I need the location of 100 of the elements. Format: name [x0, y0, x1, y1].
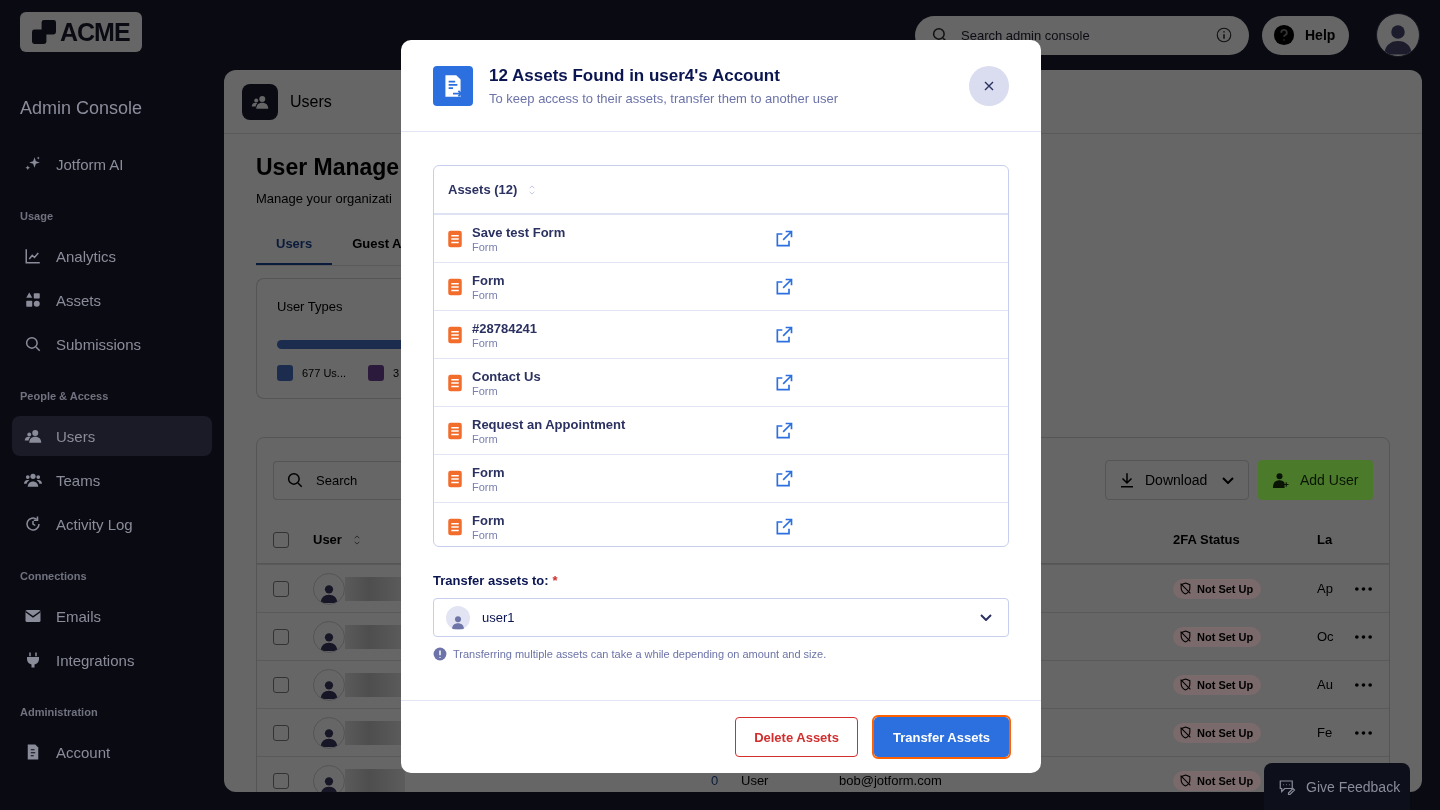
- group-icon: [24, 471, 42, 489]
- form-icon: [446, 469, 464, 488]
- form-icon: [446, 517, 464, 536]
- asset-name: Save test Form: [472, 224, 566, 240]
- external-link-icon: [774, 468, 794, 489]
- squares-logo-icon: [32, 20, 56, 44]
- shapes-icon: [24, 291, 42, 309]
- tab[interactable]: Users: [256, 228, 333, 265]
- column-header: La: [1317, 532, 1334, 547]
- sidebar-item[interactable]: Jotform AI: [12, 144, 212, 184]
- status-badge: Not Set Up: [1173, 722, 1262, 743]
- status-badge: Not Set Up: [1173, 770, 1262, 791]
- asset-type: Form: [472, 240, 498, 253]
- asset-type: Form: [472, 528, 498, 541]
- people-icon: [24, 427, 42, 445]
- form-icon: [446, 421, 464, 440]
- checkbox[interactable]: [273, 628, 289, 645]
- chart-icon: [24, 247, 42, 265]
- status-badge: Not Set Up: [1173, 674, 1262, 695]
- page-subtitle: Manage your organizati: [256, 191, 392, 206]
- legend-label: 677 Us...: [302, 367, 347, 379]
- checkbox[interactable]: [273, 724, 289, 741]
- asset-type: Form: [472, 384, 498, 397]
- section-heading: Connections: [20, 569, 88, 584]
- sidebar-item[interactable]: Assets: [12, 280, 212, 320]
- external-link-icon: [774, 276, 794, 297]
- more-icon: [1355, 586, 1372, 591]
- close-button[interactable]: [969, 65, 1009, 106]
- status-badge: Not Set Up: [1173, 626, 1262, 647]
- console-title: Admin Console: [20, 98, 144, 120]
- user-select[interactable]: user1: [433, 598, 1009, 637]
- chevron-down-icon: [1222, 476, 1235, 484]
- sidebar-item[interactable]: Submissions: [12, 324, 212, 364]
- card-title: User Types: [277, 299, 343, 314]
- help-button[interactable]: Help: [1262, 15, 1349, 55]
- asset-name: Form: [472, 272, 505, 288]
- checkbox[interactable]: [273, 580, 289, 597]
- help-text: Transferring multiple assets can take a while depending on amount and size.: [453, 648, 827, 660]
- asset-name: Request an Appointment: [472, 416, 626, 432]
- shield-off-icon: [1179, 726, 1192, 739]
- asset-type: Form: [472, 480, 498, 493]
- form-icon: [446, 277, 464, 296]
- transfer-button[interactable]: Transfer Assets: [873, 717, 1009, 757]
- info-icon: [1215, 26, 1233, 44]
- external-link-icon: [774, 228, 794, 249]
- section-heading: Usage: [20, 209, 55, 224]
- asset-name: Contact Us: [472, 368, 541, 384]
- column-header: User: [313, 532, 342, 547]
- feedback-button[interactable]: Give Feedback: [1264, 763, 1410, 810]
- status-badge: Not Set Up: [1173, 578, 1262, 599]
- chat-edit-icon: [1278, 777, 1296, 796]
- table-cell-text: Oc: [1317, 629, 1335, 644]
- add-person-icon: [1272, 471, 1290, 489]
- shield-off-icon: [1179, 630, 1192, 643]
- avatar[interactable]: [1376, 13, 1420, 57]
- plug-icon: [24, 651, 42, 669]
- form-icon: [446, 229, 464, 248]
- asset-type: Form: [472, 336, 498, 349]
- more-icon: [1355, 634, 1372, 639]
- field-label: Transfer assets to:: [433, 573, 549, 588]
- section-heading: Administration: [20, 705, 99, 720]
- sidebar-item[interactable]: Activity Log: [12, 504, 212, 544]
- envelope-icon: [24, 607, 42, 625]
- table-cell-text: 0: [711, 773, 720, 788]
- column-header: 2FA Status: [1173, 532, 1241, 547]
- sidebar-item[interactable]: Account: [12, 732, 212, 772]
- search-icon: [286, 471, 304, 489]
- page-title: User Manage: [256, 154, 400, 181]
- external-link-icon: [774, 372, 794, 393]
- legend-label: 3: [393, 367, 400, 379]
- more-icon: [1355, 730, 1372, 735]
- asset-type: Form: [472, 432, 498, 445]
- external-link-icon: [774, 324, 794, 345]
- sidebar-item[interactable]: Teams: [12, 460, 212, 500]
- shield-off-icon: [1179, 678, 1192, 691]
- asset-name: #28784241: [472, 320, 538, 336]
- asset-name: Form: [472, 512, 505, 528]
- chevron-down-icon: [980, 614, 992, 621]
- add-user-button[interactable]: Add User: [1258, 460, 1373, 500]
- form-icon: [446, 373, 464, 392]
- external-link-icon: [774, 516, 794, 537]
- logo-text: ACME: [60, 17, 130, 47]
- sidebar-item[interactable]: Users: [12, 416, 212, 456]
- info-icon: [433, 647, 447, 661]
- download-button[interactable]: Download: [1105, 460, 1249, 500]
- question-icon: [1273, 24, 1295, 46]
- checkbox[interactable]: [273, 531, 289, 548]
- delete-button[interactable]: Delete Assets: [735, 717, 858, 757]
- checkbox[interactable]: [273, 772, 289, 789]
- shield-off-icon: [1179, 774, 1192, 787]
- sidebar-item[interactable]: Integrations: [12, 640, 212, 680]
- download-icon: [1118, 471, 1136, 489]
- sidebar-item[interactable]: Emails: [12, 596, 212, 636]
- history-icon: [24, 515, 42, 533]
- checkbox[interactable]: [273, 676, 289, 693]
- sidebar-item[interactable]: Analytics: [12, 236, 212, 276]
- section-title: Users: [290, 92, 332, 111]
- column-header: Assets (12): [448, 182, 518, 197]
- shield-off-icon: [1179, 582, 1192, 595]
- form-icon: [446, 325, 464, 344]
